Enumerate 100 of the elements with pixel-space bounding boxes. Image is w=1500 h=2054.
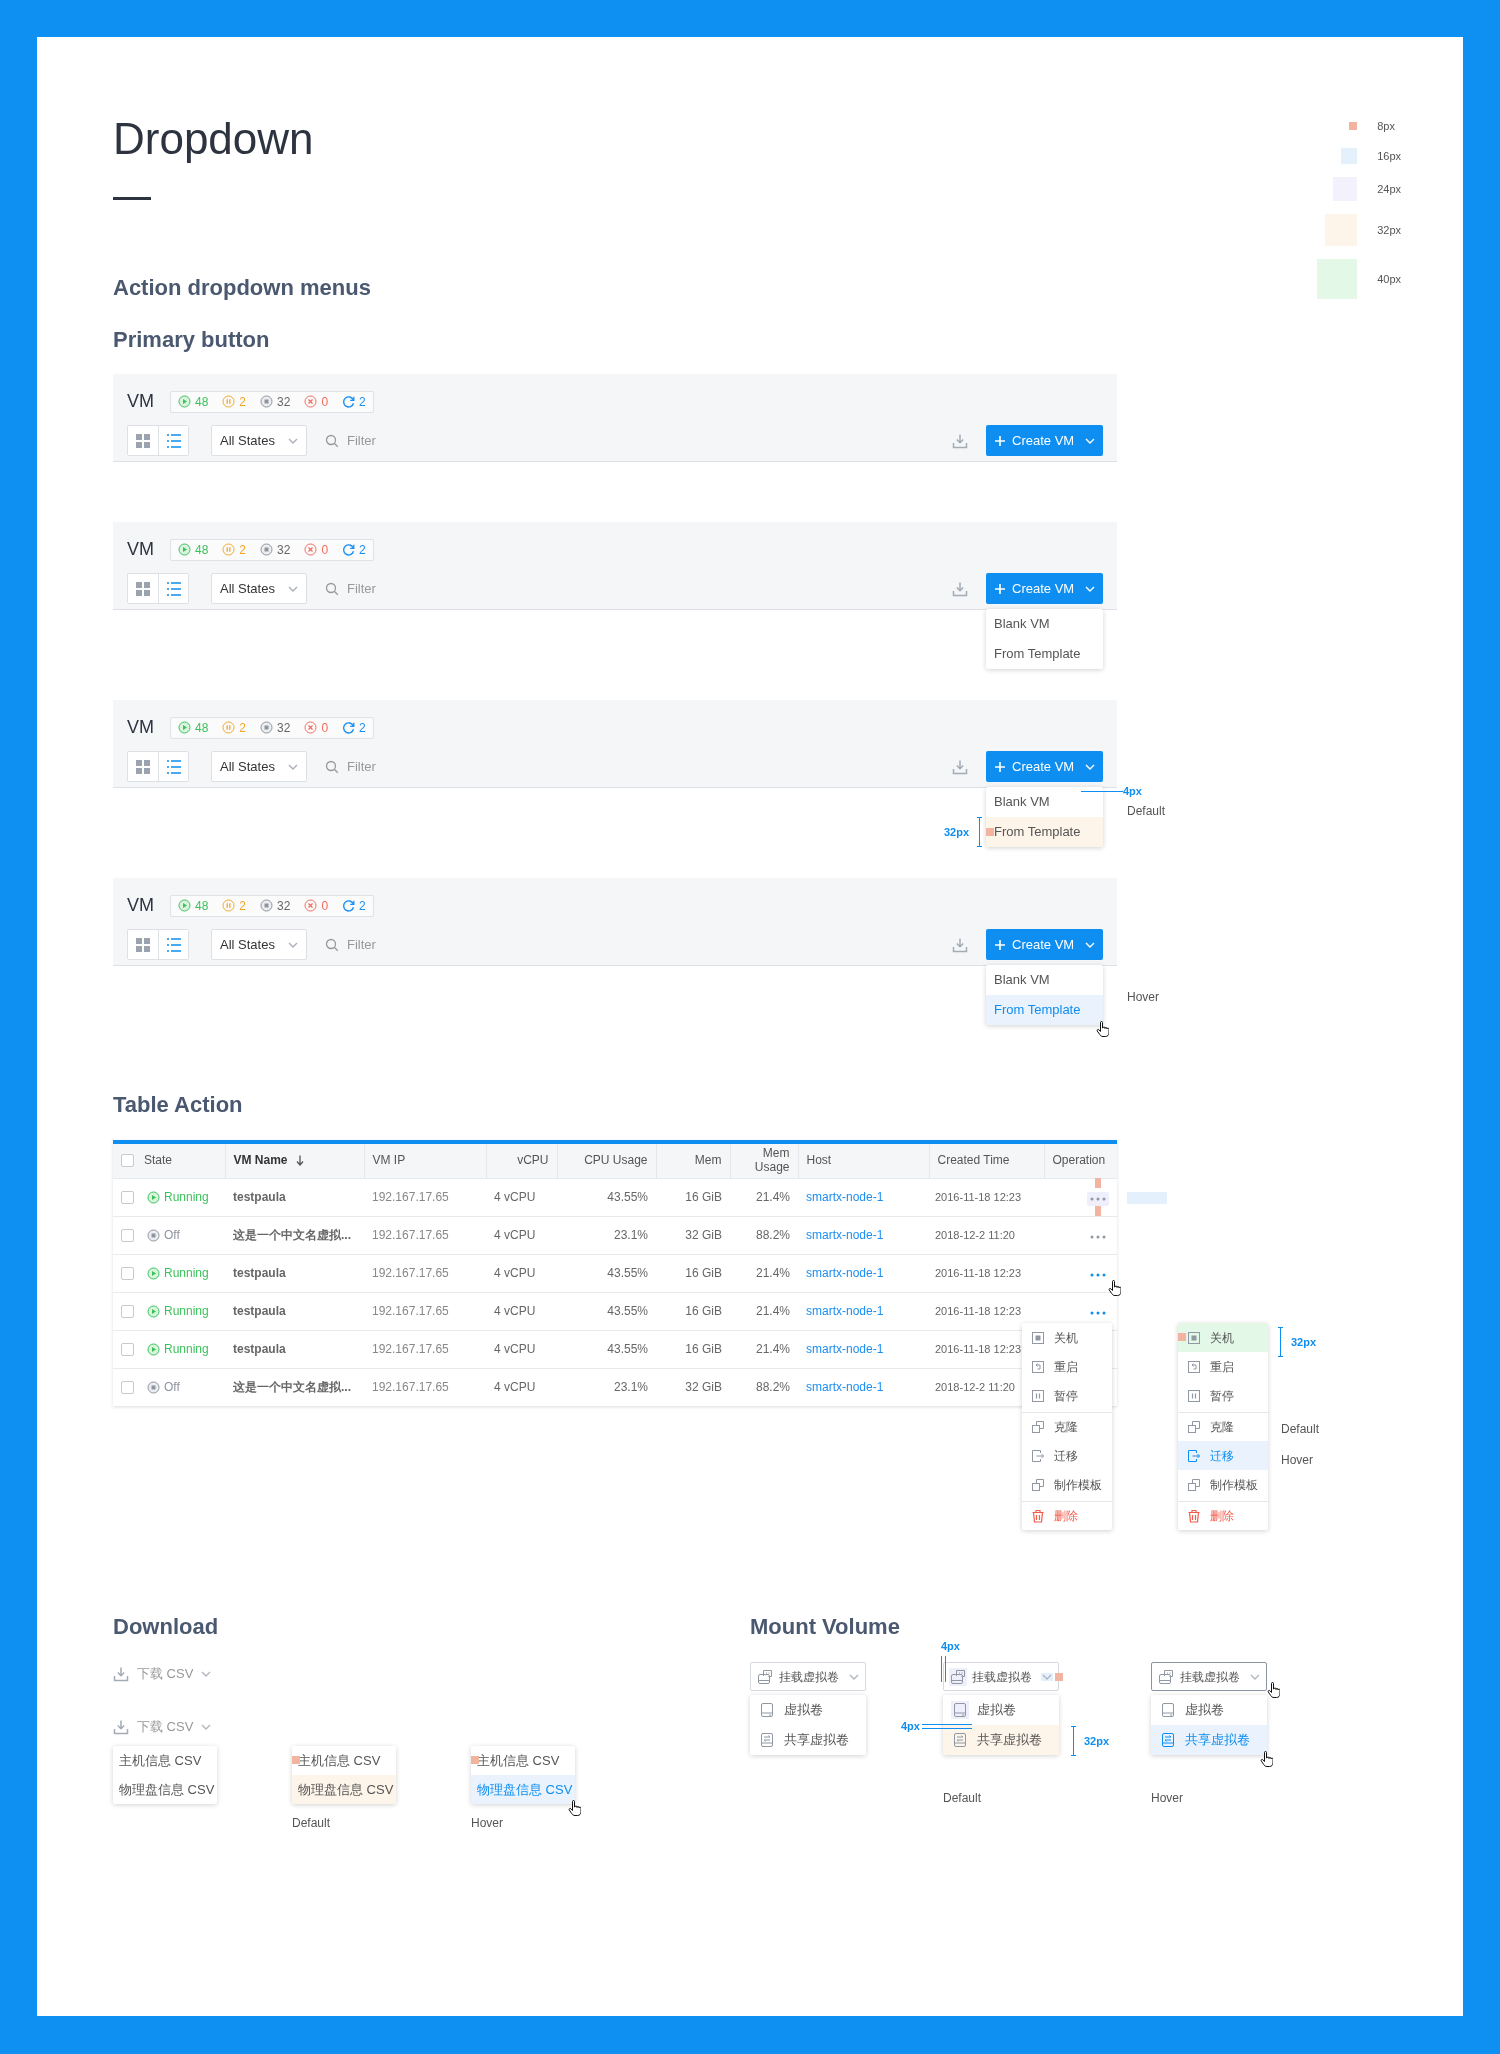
count-label: 32 <box>277 541 291 559</box>
table-cell: 32 GiB <box>656 1216 730 1254</box>
list-view-button[interactable] <box>158 752 188 781</box>
count-label: 2 <box>239 897 247 915</box>
table-cell: 21.4% <box>730 1330 798 1368</box>
menu-item[interactable]: 虚拟卷 <box>943 1695 1059 1725</box>
copy-icon <box>1031 1477 1045 1492</box>
menu-item[interactable]: 关机 <box>1178 1323 1268 1352</box>
mount-volume-select[interactable]: 挂载虚拟卷 <box>750 1662 866 1691</box>
menu-item[interactable]: 共享虚拟卷 <box>750 1725 866 1755</box>
count-label: 0 <box>321 393 329 411</box>
count-label: 32 <box>277 393 291 411</box>
table-cell: 21.4% <box>730 1178 798 1216</box>
host-link[interactable]: smartx-node-1 <box>806 1228 884 1242</box>
trash-icon <box>1031 1509 1045 1523</box>
column-header: Operation <box>1044 1142 1117 1178</box>
download-icon <box>952 580 968 597</box>
host-link[interactable]: smartx-node-1 <box>806 1266 884 1280</box>
menu-item[interactable]: Blank VM <box>986 965 1103 995</box>
menu-item[interactable]: 主机信息 CSV <box>471 1746 575 1775</box>
more-button[interactable] <box>1087 1192 1109 1206</box>
play-icon <box>178 395 191 408</box>
list-view-button[interactable] <box>158 426 188 455</box>
status-label: Running <box>164 1265 209 1282</box>
menu-item[interactable]: 共享虚拟卷 <box>943 1725 1059 1755</box>
vm-name-cell: testpaula <box>225 1292 364 1330</box>
menu-item[interactable]: 主机信息 CSV <box>113 1746 217 1775</box>
menu-item[interactable]: 物理盘信息 CSV <box>113 1775 217 1804</box>
checkbox[interactable] <box>121 1304 134 1318</box>
column-header: Mem <box>656 1142 730 1178</box>
pause-icon <box>222 721 236 734</box>
menu-item[interactable]: 制作模板 <box>1178 1470 1268 1499</box>
refresh-icon <box>342 899 356 912</box>
plus-icon <box>994 582 1006 595</box>
count-label: 48 <box>195 719 209 737</box>
checkbox[interactable] <box>121 1380 134 1394</box>
more-icon <box>1090 1197 1106 1201</box>
menu-item[interactable]: 虚拟卷 <box>750 1695 866 1725</box>
table-cell: 88.2% <box>730 1216 798 1254</box>
menu-item[interactable]: From Template <box>986 817 1103 847</box>
refresh-icon <box>342 395 356 408</box>
state-select[interactable]: All States <box>211 425 307 456</box>
state-select[interactable]: All States <box>211 929 307 960</box>
menu-item[interactable]: 迁移 <box>1022 1441 1112 1470</box>
caret-icon <box>201 1724 212 1730</box>
checkbox[interactable] <box>121 1228 134 1242</box>
checkbox[interactable] <box>121 1266 134 1280</box>
list-view-button[interactable] <box>158 574 188 603</box>
legend-label: 32px <box>1377 222 1401 238</box>
table-cell: 16 GiB <box>656 1254 730 1292</box>
host-link[interactable]: smartx-node-1 <box>806 1304 884 1318</box>
menu-item[interactable]: 主机信息 CSV <box>292 1746 396 1775</box>
table-cell: 4 vCPU <box>486 1178 557 1216</box>
checkbox[interactable] <box>121 1190 134 1204</box>
menu-item[interactable]: Blank VM <box>986 609 1103 639</box>
pause-icon <box>1031 1388 1045 1403</box>
toolbar-title: VM <box>127 716 154 739</box>
menu-item[interactable]: 制作模板 <box>1022 1470 1112 1499</box>
filter-field[interactable]: Filter <box>339 578 429 599</box>
state-caption: Default <box>1281 1421 1320 1438</box>
state-select[interactable]: All States <box>211 573 307 604</box>
host-link[interactable]: smartx-node-1 <box>806 1380 884 1395</box>
play-icon <box>147 1304 160 1318</box>
host-link[interactable]: smartx-node-1 <box>806 1190 884 1204</box>
hand-cursor-icon <box>1259 1751 1273 1767</box>
caret-icon <box>1085 763 1095 770</box>
download-icon <box>952 936 968 953</box>
menu-item[interactable]: 物理盘信息 CSV <box>292 1775 396 1804</box>
list-view-button[interactable] <box>158 930 188 959</box>
menu-item[interactable]: 虚拟卷 <box>1151 1695 1267 1725</box>
host-link[interactable]: smartx-node-1 <box>806 1342 884 1356</box>
table-cell: 4 vCPU <box>486 1216 557 1254</box>
vm-name-cell: testpaula <box>225 1330 364 1368</box>
more-icon <box>1090 1235 1106 1239</box>
section-heading: Download <box>113 1614 220 1640</box>
menu-item[interactable]: 暂停 <box>1178 1381 1268 1410</box>
menu-item[interactable]: 重启 <box>1178 1352 1268 1381</box>
menu-item[interactable]: Blank VM <box>986 787 1103 817</box>
section-heading: Action dropdown menus <box>113 275 372 301</box>
table-cell: 21.4% <box>730 1254 798 1292</box>
state-select[interactable]: All States <box>211 751 307 782</box>
vm-name-cell: testpaula <box>225 1254 364 1292</box>
column-header[interactable]: VM Name <box>233 1153 288 1168</box>
filter-field[interactable]: Filter <box>339 934 429 955</box>
search-icon <box>325 433 339 448</box>
stop-icon <box>147 1380 160 1394</box>
filter-field[interactable]: Filter <box>339 430 429 451</box>
caret-icon <box>288 585 298 592</box>
checkbox[interactable] <box>121 1342 134 1356</box>
restart-icon <box>1031 1359 1045 1374</box>
table-cell: 192.167.17.65 <box>364 1216 486 1254</box>
table-cell: 16 GiB <box>656 1292 730 1330</box>
menu-item[interactable]: From Template <box>986 639 1103 669</box>
caret-icon <box>288 437 298 444</box>
play-icon <box>147 1342 160 1356</box>
checkbox[interactable] <box>121 1154 134 1168</box>
count-label: 2 <box>239 393 247 411</box>
menu-item[interactable]: 克隆 <box>1022 1412 1112 1441</box>
filter-field[interactable]: Filter <box>339 756 429 777</box>
list-icon <box>165 580 182 597</box>
